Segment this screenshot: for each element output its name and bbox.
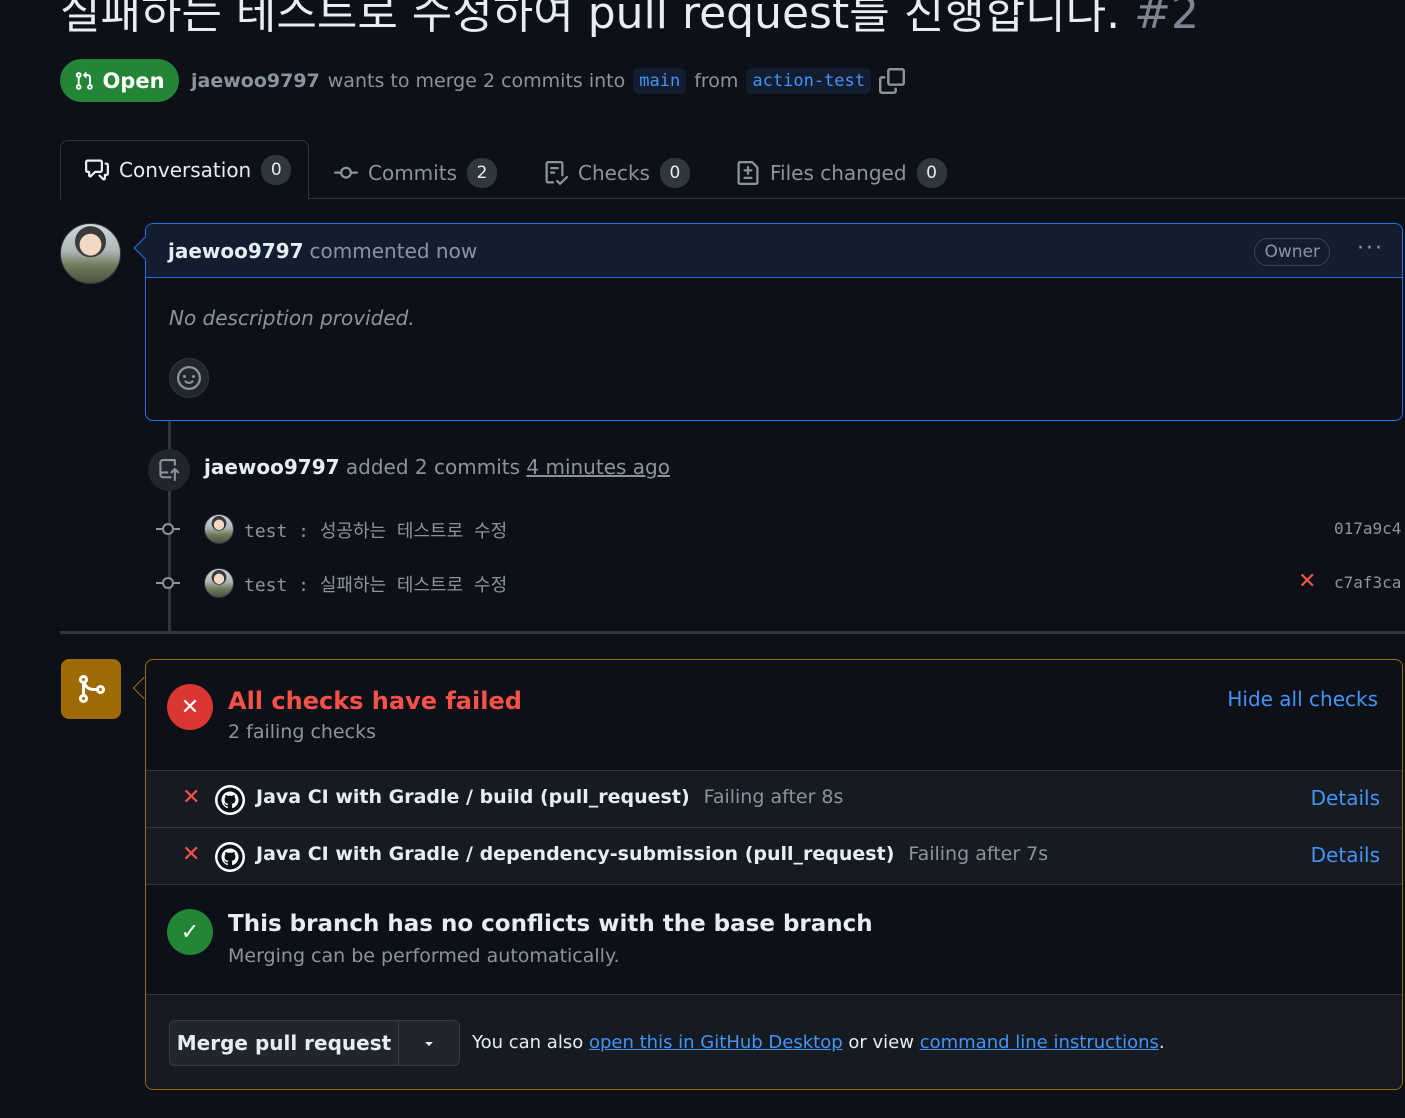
- check-name: Java CI with Gradle / build (pull_reques…: [256, 786, 843, 808]
- smiley-icon: [177, 366, 201, 390]
- owner-badge: Owner: [1254, 238, 1330, 266]
- pr-title: 실패하는 테스트로 수정하여 pull request를 진행합니다. #2: [60, 0, 1199, 42]
- copy-icon[interactable]: [879, 68, 905, 94]
- check-circle-icon: ✓: [167, 909, 213, 955]
- github-actions-logo-icon: [215, 785, 245, 815]
- commit-author-avatar[interactable]: [204, 568, 234, 598]
- event-time-link[interactable]: 4 minutes ago: [526, 455, 670, 479]
- head-branch[interactable]: action-test: [746, 68, 871, 94]
- conflict-status-title: This branch has no conflicts with the ba…: [228, 911, 873, 937]
- comment-header: jaewoo9797 commented now Owner ···: [146, 224, 1402, 278]
- add-reaction-button[interactable]: [169, 358, 209, 398]
- pr-number: #2: [1134, 0, 1199, 39]
- github-desktop-link[interactable]: open this in GitHub Desktop: [589, 1032, 843, 1053]
- tab-checks[interactable]: Checks 0: [544, 150, 690, 196]
- commit-message-link[interactable]: test : 실패하는 테스트로 수정: [244, 571, 507, 597]
- check-duration: Failing after 7s: [908, 843, 1049, 865]
- tab-conversation-label: Conversation: [119, 158, 252, 182]
- commit-author-avatar[interactable]: [204, 514, 234, 544]
- check-title: Java CI with Gradle / dependency-submiss…: [256, 843, 895, 865]
- tab-files-changed-label: Files changed: [770, 161, 907, 185]
- check-details-link[interactable]: Details: [1311, 786, 1380, 810]
- commit-row: test : 성공하는 테스트로 수정 017a9c4: [150, 511, 1405, 547]
- pr-meta: jaewoo9797 wants to merge 2 commits into…: [191, 64, 905, 98]
- repo-push-icon: [148, 449, 190, 491]
- timeline-divider: [60, 631, 1405, 634]
- tab-checks-label: Checks: [578, 161, 650, 185]
- check-duration: Failing after 8s: [703, 786, 844, 808]
- check-row: ✕ Java CI with Gradle / dependency-submi…: [146, 827, 1402, 884]
- commit-status-x-icon[interactable]: ✕: [1298, 569, 1316, 594]
- tab-conversation[interactable]: Conversation 0: [60, 140, 309, 200]
- also-text: You can also: [472, 1032, 584, 1053]
- conversation-icon: [85, 159, 109, 181]
- check-name: Java CI with Gradle / dependency-submiss…: [256, 843, 1048, 865]
- check-failed-x-icon: ✕: [182, 842, 201, 867]
- checks-status-subtitle: 2 failing checks: [228, 721, 376, 743]
- hide-all-checks-link[interactable]: Hide all checks: [1227, 687, 1378, 711]
- github-actions-logo-icon: [215, 842, 245, 872]
- pr-author-link[interactable]: jaewoo9797: [191, 70, 320, 92]
- check-failed-x-icon: ✕: [182, 785, 201, 810]
- triangle-down-icon: [425, 1042, 433, 1046]
- git-commit-icon: [156, 523, 180, 535]
- comment-box: jaewoo9797 commented now Owner ··· No de…: [133, 223, 1403, 421]
- commit-row: test : 실패하는 테스트로 수정 ✕ c7af3ca: [150, 565, 1405, 601]
- tab-commits-label: Commits: [368, 161, 457, 185]
- merge-pull-request-button[interactable]: Merge pull request: [169, 1020, 399, 1066]
- merge-footer: Merge pull request You can also open thi…: [146, 994, 1402, 1089]
- or-view-text: or view: [848, 1032, 914, 1053]
- check-row: ✕ Java CI with Gradle / build (pull_requ…: [146, 770, 1402, 827]
- tab-checks-count: 0: [659, 158, 690, 188]
- checklist-icon: [545, 161, 568, 185]
- comment-body: No description provided.: [169, 306, 415, 330]
- checks-failed-x-icon: ✕: [167, 684, 213, 730]
- comment-timestamp[interactable]: commented now: [310, 239, 478, 263]
- merge-alternatives-text: You can also open this in GitHub Desktop…: [472, 1032, 1165, 1053]
- command-line-instructions-link[interactable]: command line instructions: [920, 1032, 1159, 1053]
- commits-added-event: jaewoo9797 added 2 commits 4 minutes ago: [204, 455, 670, 479]
- conflict-status-subtitle: Merging can be performed automatically.: [228, 945, 620, 967]
- base-branch[interactable]: main: [633, 68, 687, 94]
- git-pull-request-icon: [76, 71, 94, 90]
- event-author[interactable]: jaewoo9797: [204, 455, 340, 479]
- commit-icon: [334, 166, 358, 179]
- tab-commits[interactable]: Commits 2: [334, 150, 497, 196]
- git-commit-icon: [156, 577, 180, 589]
- merge-text: wants to merge 2 commits into: [327, 70, 626, 92]
- comment-author-avatar[interactable]: [60, 223, 121, 284]
- commit-sha-link[interactable]: 017a9c4: [1334, 519, 1401, 538]
- checks-status-title: All checks have failed: [228, 687, 522, 715]
- tab-commits-count: 2: [466, 158, 497, 188]
- commit-message-link[interactable]: test : 성공하는 테스트로 수정: [244, 517, 507, 543]
- from-text: from: [694, 70, 739, 92]
- check-title: Java CI with Gradle / build (pull_reques…: [256, 786, 690, 808]
- git-merge-icon: [61, 659, 121, 719]
- conflict-status-section: ✓ This branch has no conflicts with the …: [146, 884, 1402, 996]
- check-details-link[interactable]: Details: [1311, 843, 1380, 867]
- state-label: Open: [102, 68, 165, 93]
- event-action: added 2 commits: [345, 455, 521, 479]
- merge-box: ✕ All checks have failed 2 failing check…: [145, 659, 1403, 1090]
- tab-files-changed-count: 0: [916, 158, 947, 188]
- commit-sha-link[interactable]: c7af3ca: [1334, 573, 1401, 592]
- file-diff-icon: [737, 161, 759, 185]
- period: .: [1158, 1032, 1165, 1053]
- merge-method-dropdown[interactable]: [398, 1020, 460, 1066]
- state-badge: Open: [60, 59, 179, 102]
- comment-menu-kebab-icon[interactable]: ···: [1357, 236, 1384, 261]
- tab-conversation-count: 0: [261, 155, 292, 185]
- pr-title-text: 실패하는 테스트로 수정하여 pull request를 진행합니다.: [60, 0, 1121, 39]
- comment-author[interactable]: jaewoo9797: [168, 239, 304, 263]
- tab-files-changed[interactable]: Files changed 0: [736, 150, 947, 196]
